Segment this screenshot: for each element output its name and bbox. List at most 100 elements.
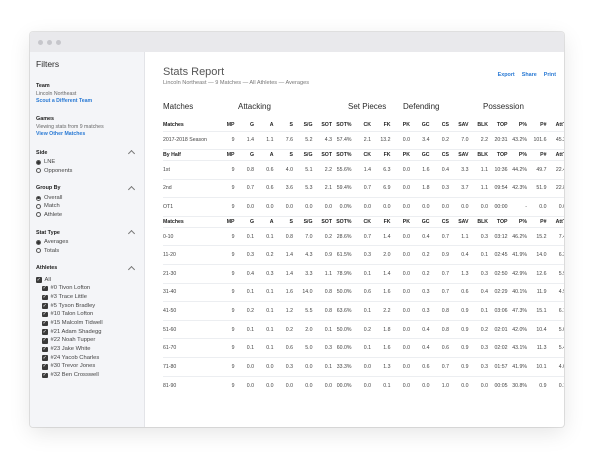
athlete-checkbox[interactable]: ✓ #24 Yacob Charles — [42, 354, 138, 363]
column-header[interactable]: S — [275, 120, 295, 131]
athlete-checkbox[interactable]: ✓ #30 Trevor Jones — [42, 362, 138, 371]
column-header[interactable]: CS — [430, 149, 450, 161]
column-header[interactable]: BLK — [469, 215, 489, 228]
share-link[interactable]: Share — [522, 72, 537, 86]
column-header[interactable]: AttT — [547, 149, 564, 161]
column-header[interactable]: CK — [353, 120, 373, 131]
athletes-section-title[interactable]: Athletes — [36, 265, 138, 273]
column-header[interactable]: A — [255, 120, 275, 131]
print-link[interactable]: Print — [544, 72, 556, 86]
athlete-checkbox[interactable]: ✓ #3 Trace Little — [42, 293, 138, 302]
column-header[interactable]: MP — [216, 149, 236, 161]
group-by-option-2[interactable]: Athlete — [36, 211, 138, 219]
athlete-checkbox[interactable]: ✓ #22 Noah Tupper — [42, 336, 138, 345]
radio-unselected-icon[interactable] — [36, 248, 41, 254]
column-header[interactable]: GC — [411, 215, 431, 228]
column-header[interactable]: PK — [391, 149, 411, 161]
column-header[interactable]: P# — [528, 149, 548, 161]
column-header[interactable]: S — [274, 215, 294, 228]
column-header[interactable]: G — [236, 120, 256, 131]
column-header[interactable]: FK — [372, 149, 392, 161]
checkbox-checked-icon[interactable]: ✓ — [42, 347, 48, 353]
group-by-option-1[interactable]: Match — [36, 202, 138, 210]
checkbox-checked-icon[interactable]: ✓ — [42, 312, 48, 318]
column-header[interactable]: TOP — [489, 215, 509, 228]
radio-unselected-icon[interactable] — [36, 204, 41, 210]
column-header[interactable]: P# — [528, 120, 548, 131]
column-header[interactable]: G — [235, 215, 255, 228]
column-header[interactable]: A — [255, 215, 275, 228]
column-header[interactable]: TOP — [489, 149, 509, 161]
column-header[interactable]: GC — [411, 120, 431, 131]
column-header[interactable]: S/G — [294, 120, 314, 131]
athlete-checkbox[interactable]: ✓ #5 Tyson Bradley — [42, 302, 138, 311]
checkbox-checked-icon[interactable]: ✓ — [42, 286, 48, 292]
radio-selected-icon[interactable] — [36, 159, 41, 165]
radio-selected-icon[interactable] — [36, 195, 41, 201]
chevron-up-icon[interactable] — [127, 230, 136, 238]
column-header[interactable]: CK — [352, 149, 372, 161]
scout-team-link[interactable]: Scout a Different Team — [36, 98, 138, 106]
checkbox-checked-icon[interactable]: ✓ — [42, 321, 48, 327]
chevron-up-icon[interactable] — [127, 150, 136, 158]
column-header[interactable]: MP — [216, 120, 236, 131]
column-header[interactable]: CS — [431, 120, 451, 131]
checkbox-checked-icon[interactable]: ✓ — [42, 364, 48, 370]
column-header[interactable]: SOT — [313, 149, 333, 161]
chevron-up-icon[interactable] — [127, 185, 136, 193]
view-matches-link[interactable]: View Other Matches — [36, 131, 138, 139]
radio-selected-icon[interactable] — [36, 239, 41, 245]
column-header[interactable]: SAV — [450, 149, 470, 161]
column-header[interactable]: P# — [528, 215, 548, 228]
column-header[interactable]: BLK — [470, 120, 490, 131]
column-header[interactable]: PK — [391, 215, 411, 228]
column-header[interactable]: AttT — [547, 215, 564, 228]
side-section-title[interactable]: Side — [36, 149, 138, 158]
athlete-checkbox[interactable]: ✓ #0 Tivon Lofton — [42, 284, 138, 293]
checkbox-checked-icon[interactable]: ✓ — [42, 295, 48, 301]
column-header[interactable]: SOT% — [333, 149, 353, 161]
column-header[interactable]: SOT — [314, 120, 334, 131]
column-header[interactable]: FK — [372, 215, 392, 228]
column-header[interactable]: P% — [508, 149, 528, 161]
column-header[interactable]: S/G — [294, 149, 314, 161]
column-header[interactable]: SAV — [450, 120, 470, 131]
column-header[interactable]: A — [255, 149, 275, 161]
athlete-checkbox[interactable]: ✓ #10 Talon Lofton — [42, 310, 138, 319]
side-option-1[interactable]: Opponents — [36, 167, 138, 175]
column-header[interactable]: P% — [509, 120, 529, 131]
column-header[interactable]: PK — [392, 120, 412, 131]
chevron-up-icon[interactable] — [127, 265, 136, 273]
column-header[interactable]: S — [274, 149, 294, 161]
column-header[interactable]: SOT% — [333, 215, 353, 228]
window-close-dot[interactable] — [38, 39, 43, 45]
stat-type-section-title[interactable]: Stat Type — [36, 229, 138, 238]
athlete-checkbox[interactable]: ✓ #21 Adam Shadegg — [42, 328, 138, 337]
column-header[interactable]: SAV — [450, 215, 470, 228]
export-link[interactable]: Export — [498, 72, 515, 86]
radio-unselected-icon[interactable] — [36, 212, 41, 218]
column-header[interactable]: BLK — [469, 149, 489, 161]
athlete-checkbox[interactable]: ✓ #15 Malcolm Tidwell — [42, 319, 138, 328]
checkbox-checked-icon[interactable]: ✓ — [42, 355, 48, 361]
column-header[interactable]: P% — [508, 215, 528, 228]
checkbox-checked-icon[interactable]: ✓ — [42, 329, 48, 335]
column-header[interactable]: S/G — [294, 215, 314, 228]
athlete-all-checkbox[interactable]: ✓ All — [36, 276, 138, 284]
column-header[interactable]: SOT% — [333, 120, 353, 131]
group-by-section-title[interactable]: Group By — [36, 185, 138, 193]
column-header[interactable]: GC — [411, 149, 431, 161]
checkbox-checked-icon[interactable]: ✓ — [36, 277, 42, 283]
radio-unselected-icon[interactable] — [36, 168, 41, 174]
window-maximize-dot[interactable] — [56, 39, 61, 45]
column-header[interactable]: FK — [372, 120, 392, 131]
column-header[interactable]: MP — [216, 215, 236, 228]
column-header[interactable]: G — [235, 149, 255, 161]
column-header[interactable]: TOP — [489, 120, 509, 131]
stat-type-option-1[interactable]: Totals — [36, 247, 138, 255]
column-header[interactable]: CS — [430, 215, 450, 228]
checkbox-checked-icon[interactable]: ✓ — [42, 338, 48, 344]
checkbox-checked-icon[interactable]: ✓ — [42, 303, 48, 309]
group-by-option-0[interactable]: Overall — [36, 194, 138, 202]
athlete-checkbox[interactable]: ✓ #23 Jake White — [42, 345, 138, 354]
